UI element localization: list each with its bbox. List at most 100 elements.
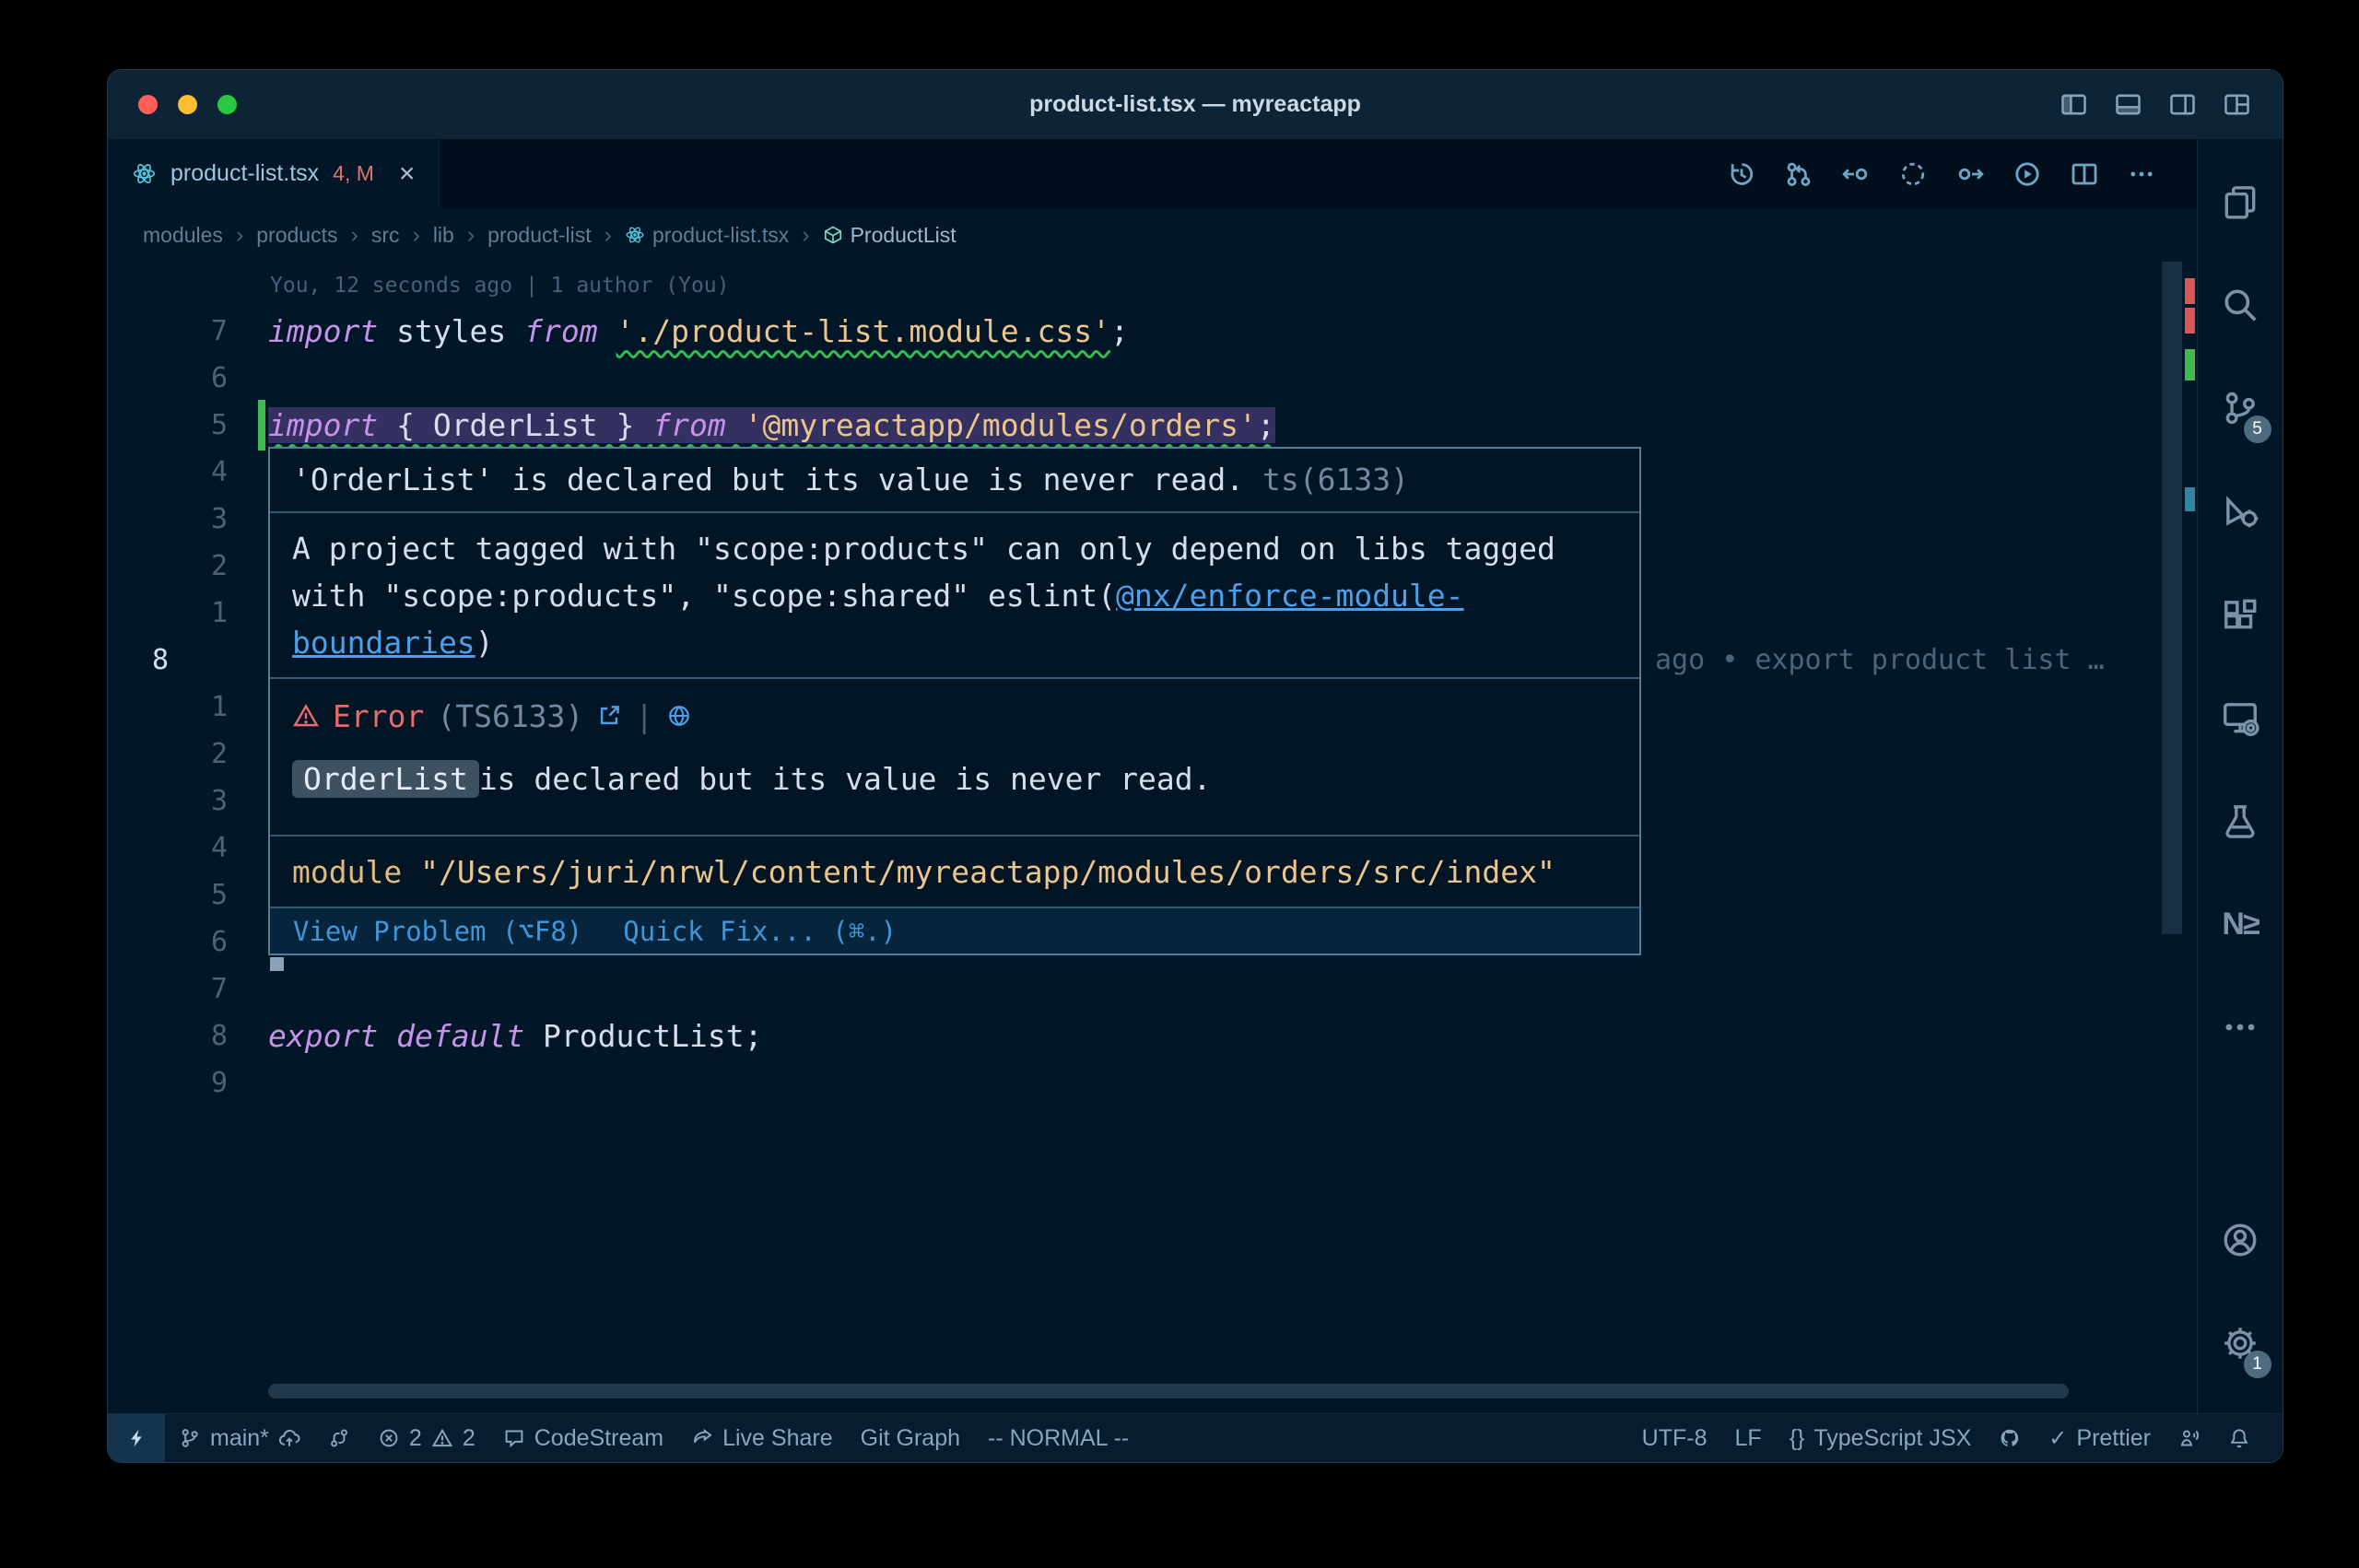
account-icon <box>2221 1221 2259 1259</box>
prettier-status[interactable]: ✓Prettier <box>2035 1414 2165 1462</box>
activitybar-extensions[interactable] <box>2198 563 2283 666</box>
git-compare-icon <box>328 1427 350 1449</box>
dashed-circle-icon[interactable] <box>1898 159 1928 189</box>
breadcrumb-products[interactable]: products <box>256 223 337 248</box>
vertical-scrollbar[interactable] <box>2162 262 2182 934</box>
horizontal-scrollbar[interactable] <box>268 1384 2069 1398</box>
overview-ruler-error-mark <box>2185 308 2195 333</box>
codestream-status[interactable]: CodeStream <box>489 1414 677 1462</box>
feedback-status[interactable] <box>2165 1414 2214 1462</box>
run-file-icon[interactable] <box>2013 159 2042 189</box>
git-compare-status[interactable] <box>314 1414 364 1462</box>
window-title: product-list.tsx — myreactapp <box>108 91 2283 118</box>
next-change-icon[interactable] <box>1955 159 1985 189</box>
language-mode-status[interactable]: {}TypeScript JSX <box>1776 1414 1986 1462</box>
activity-bar: 5 N≥ 1 <box>2197 139 2283 1413</box>
overview-ruler-cursor-mark <box>2185 487 2195 511</box>
notifications-status[interactable] <box>2214 1414 2264 1462</box>
code-line[interactable]: 5import { OrderList } from '@myreactapp/… <box>108 402 2197 449</box>
prettier-label: Prettier <box>2076 1425 2151 1452</box>
code-token <box>378 1018 396 1054</box>
breadcrumb-symbol[interactable]: ProductList <box>823 223 957 248</box>
encoding-status[interactable]: UTF-8 <box>1628 1414 1721 1462</box>
breadcrumb-modules[interactable]: modules <box>143 223 223 248</box>
line-number: 2 <box>108 543 228 590</box>
tab-product-list[interactable]: product-list.tsx 4, M × <box>108 139 440 208</box>
module-path-section: module "/Users/juri/nrwl/content/myreact… <box>270 835 1639 907</box>
vim-mode-label: -- NORMAL -- <box>988 1425 1129 1452</box>
problems-status[interactable]: 22 <box>364 1414 489 1462</box>
breadcrumb-file[interactable]: product-list.tsx <box>625 223 789 248</box>
code-line[interactable]: 7 <box>108 965 2197 1012</box>
quick-fix-button[interactable]: Quick Fix... (⌘.) <box>623 916 897 947</box>
toggle-panel-icon[interactable] <box>2114 90 2142 119</box>
line-number: 6 <box>108 919 228 965</box>
code-line[interactable]: 8export default ProductList; <box>108 1012 2197 1059</box>
diagnostic-message-eslint: A project tagged with "scope:products" c… <box>270 511 1639 677</box>
customize-layout-icon[interactable] <box>2223 90 2251 119</box>
traffic-lights <box>108 95 237 114</box>
zoom-window-button[interactable] <box>217 95 237 114</box>
breadcrumb-separator: › <box>604 222 612 249</box>
code-editor[interactable]: You, 12 seconds ago | 1 author (You) 7im… <box>108 262 2197 1413</box>
globe-icon[interactable] <box>666 703 692 729</box>
react-file-icon <box>132 161 157 186</box>
branch-name: main* <box>210 1425 269 1452</box>
open-error-docs-icon[interactable] <box>596 703 622 729</box>
code-token: export <box>268 1018 378 1054</box>
vim-mode-status[interactable]: -- NORMAL -- <box>974 1414 1143 1462</box>
files-copy-icon <box>2221 182 2259 221</box>
warning-triangle-icon <box>292 702 320 730</box>
breadcrumb: modules › products › src › lib › product… <box>108 208 2197 262</box>
toggle-sidebar-right-icon[interactable] <box>2168 90 2197 119</box>
close-window-button[interactable] <box>138 95 158 114</box>
codestream-label: CodeStream <box>534 1425 663 1452</box>
activitybar-source-control[interactable]: 5 <box>2198 357 2283 460</box>
live-share-status[interactable]: Live Share <box>677 1414 847 1462</box>
code-line[interactable]: 9 <box>108 1059 2197 1106</box>
code-line[interactable]: 6 <box>108 355 2197 402</box>
bell-icon <box>2228 1427 2250 1449</box>
live-share-label: Live Share <box>722 1425 833 1452</box>
tab-close-icon[interactable]: × <box>399 160 416 188</box>
code-line[interactable]: 7import styles from './product-list.modu… <box>108 308 2197 355</box>
toggle-sidebar-left-icon[interactable] <box>2060 90 2088 119</box>
cloud-upload-icon <box>278 1427 300 1449</box>
statusbar-right: UTF-8 LF {}TypeScript JSX ✓Prettier <box>1628 1414 2264 1462</box>
view-problem-button[interactable]: View Problem (⌥F8) <box>293 916 582 947</box>
git-graph-status[interactable]: Git Graph <box>847 1414 974 1462</box>
eol-status[interactable]: LF <box>1721 1414 1776 1462</box>
breadcrumb-src[interactable]: src <box>371 223 400 248</box>
activitybar-search[interactable] <box>2198 253 2283 357</box>
breadcrumb-lib[interactable]: lib <box>433 223 454 248</box>
activitybar-run-debug[interactable] <box>2198 460 2283 563</box>
activitybar-explorer[interactable] <box>2198 150 2283 253</box>
breadcrumb-separator: › <box>412 222 419 249</box>
activitybar-testing[interactable] <box>2198 769 2283 872</box>
layout-controls <box>2060 90 2283 119</box>
hover-resize-grip[interactable] <box>270 957 284 971</box>
github-status[interactable] <box>1985 1414 2035 1462</box>
activitybar-account[interactable] <box>2198 1188 2283 1292</box>
split-editor-icon[interactable] <box>2070 159 2099 189</box>
line-number: 6 <box>108 355 228 402</box>
pull-request-icon[interactable] <box>1784 159 1813 189</box>
inline-blame-annotation: ago • export product list … <box>1655 637 2105 684</box>
timeline-history-icon[interactable] <box>1727 159 1756 189</box>
code-token: '@myreactapp/modules/orders' <box>745 407 1257 443</box>
breadcrumb-product-list-dir[interactable]: product-list <box>487 223 591 248</box>
activitybar-nx-console[interactable]: N≥ <box>2198 872 2283 976</box>
activitybar-settings[interactable]: 1 <box>2198 1292 2283 1395</box>
previous-change-icon[interactable] <box>1841 159 1871 189</box>
git-branch-status[interactable]: main* <box>165 1414 314 1462</box>
activitybar-remote-explorer[interactable] <box>2198 666 2283 769</box>
more-actions-icon[interactable] <box>2127 159 2156 189</box>
error-code: (TS6133) <box>437 698 583 734</box>
tab-bar: product-list.tsx 4, M × <box>108 139 2197 208</box>
minimize-window-button[interactable] <box>178 95 197 114</box>
remote-indicator[interactable] <box>108 1414 165 1462</box>
branch-icon <box>179 1427 201 1449</box>
editor-column: product-list.tsx 4, M × modules <box>108 139 2197 1413</box>
activitybar-more[interactable] <box>2198 976 2283 1079</box>
github-icon <box>1999 1427 2021 1449</box>
